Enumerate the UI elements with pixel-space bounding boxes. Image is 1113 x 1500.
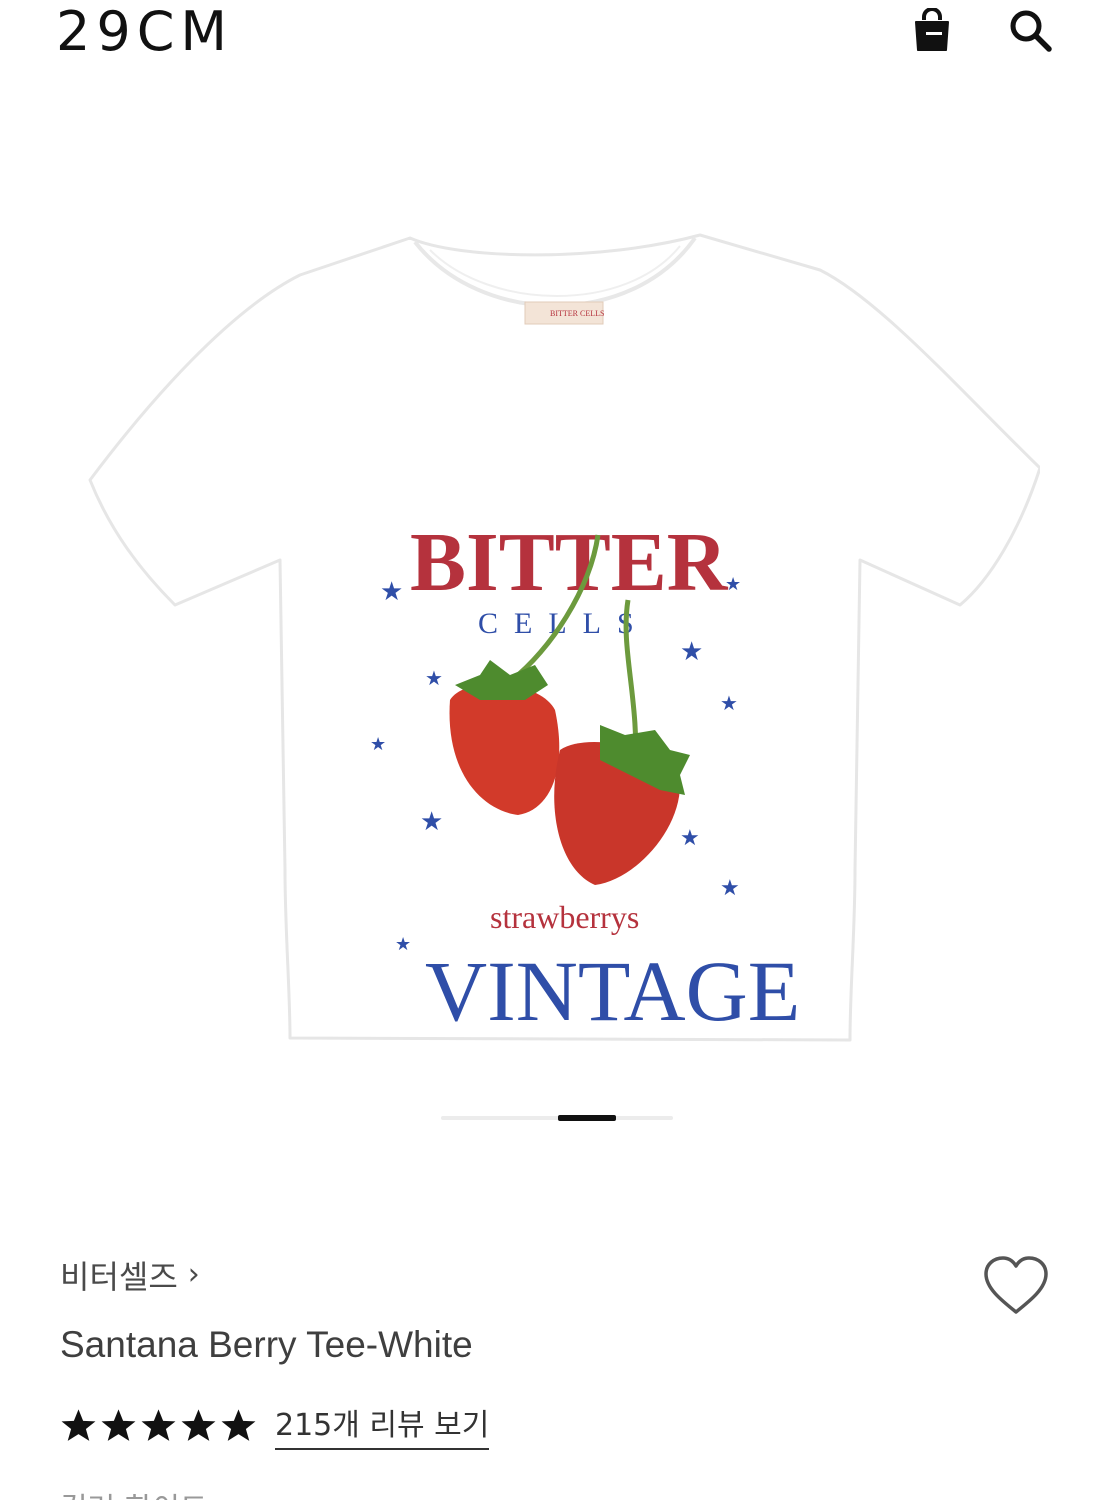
heart-icon [984, 1256, 1048, 1314]
gallery-pager-indicator [558, 1115, 616, 1121]
print-script-text: strawberrys [490, 899, 639, 935]
print-bottom-text: VINTAGE [425, 943, 800, 1039]
product-image-tshirt: BITTER CELLS BITTER CELLS ★ ★ ★ ★ ★ ★ ★ … [88, 233, 1040, 1042]
review-link[interactable]: 215개 리뷰 보기 [275, 1400, 490, 1450]
shopping-bag-icon [915, 8, 949, 51]
svg-text:★: ★ [680, 826, 700, 851]
site-logo[interactable]: 29CM [56, 2, 233, 62]
gallery-pager[interactable] [441, 1115, 673, 1121]
star-icon [221, 1408, 256, 1441]
svg-text:★: ★ [425, 666, 443, 690]
shopping-bag-button[interactable] [908, 6, 956, 54]
print-brand-top: BITTER [410, 516, 729, 609]
brand-name: 비터셀즈 [60, 1258, 178, 1296]
product-image-gallery[interactable]: BITTER CELLS BITTER CELLS ★ ★ ★ ★ ★ ★ ★ … [0, 80, 1113, 1121]
like-button[interactable] [978, 1250, 1054, 1320]
rating-row: 215개 리뷰 보기 [60, 1400, 490, 1450]
svg-text:★: ★ [725, 574, 741, 595]
top-header: 29CM [0, 0, 1113, 70]
svg-text:★: ★ [720, 691, 738, 715]
svg-text:★: ★ [395, 934, 411, 955]
star-icon [141, 1408, 176, 1441]
search-button[interactable] [1004, 6, 1056, 54]
svg-text:★: ★ [720, 876, 740, 901]
star-icon [181, 1408, 216, 1441]
svg-text:★: ★ [420, 807, 443, 837]
chevron-right-icon: › [187, 1257, 200, 1292]
product-title: Santana Berry Tee-White [60, 1324, 473, 1365]
search-icon [1010, 10, 1052, 52]
star-icon [61, 1408, 96, 1441]
brand-link[interactable]: 비터셀즈 › [60, 1252, 200, 1298]
star-icon [101, 1408, 136, 1441]
color-option-label: 컬러 화이트 [60, 1484, 208, 1500]
svg-text:★: ★ [380, 577, 403, 607]
svg-text:★: ★ [680, 637, 703, 667]
svg-text:★: ★ [370, 734, 386, 755]
rating-stars [60, 1407, 257, 1444]
neck-tag-label: BITTER CELLS [550, 309, 604, 318]
